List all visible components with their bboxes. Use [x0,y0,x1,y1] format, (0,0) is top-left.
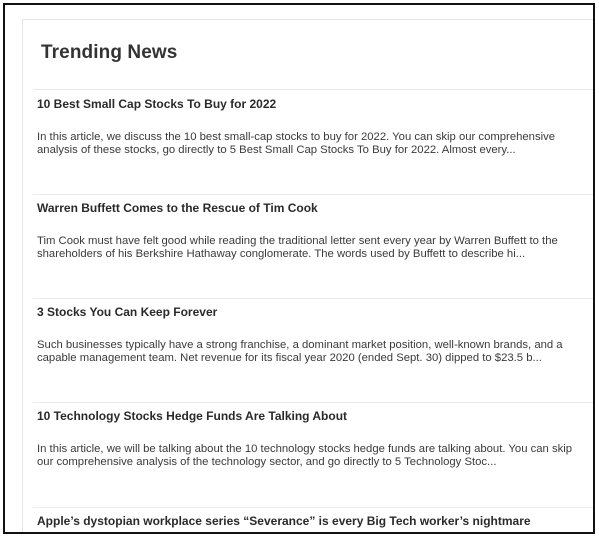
news-item[interactable]: Apple’s dystopian workplace series “Seve… [37,514,590,529]
news-item-summary: Such businesses typically have a strong … [37,339,563,365]
heading-divider [33,89,593,90]
news-item-title[interactable]: 10 Best Small Cap Stocks To Buy for 2022 [37,97,590,112]
news-item-summary: In this article, we discuss the 10 best … [37,131,556,157]
screenshot-frame: Trending News 10 Best Small Cap Stocks T… [3,3,595,534]
news-item-title[interactable]: Warren Buffett Comes to the Rescue of Ti… [37,201,590,216]
news-item-title[interactable]: 3 Stocks You Can Keep Forever [37,305,590,320]
news-item-title[interactable]: 10 Technology Stocks Hedge Funds Are Tal… [37,409,590,424]
news-divider [33,194,593,195]
news-item-title[interactable]: Apple’s dystopian workplace series “Seve… [37,514,590,529]
news-item-summary: In this article, we will be talking abou… [37,443,573,469]
news-item[interactable]: 10 Technology Stocks Hedge Funds Are Tal… [37,409,590,470]
news-item[interactable]: Warren Buffett Comes to the Rescue of Ti… [37,201,590,262]
trending-news-panel: Trending News 10 Best Small Cap Stocks T… [22,19,593,532]
news-divider [33,507,593,508]
news-divider [33,402,593,403]
trending-news-heading: Trending News [41,42,178,63]
news-divider [33,298,593,299]
news-item[interactable]: 3 Stocks You Can Keep Forever Such busin… [37,305,590,366]
news-item-summary: Tim Cook must have felt good while readi… [37,235,558,261]
news-item[interactable]: 10 Best Small Cap Stocks To Buy for 2022… [37,97,590,158]
